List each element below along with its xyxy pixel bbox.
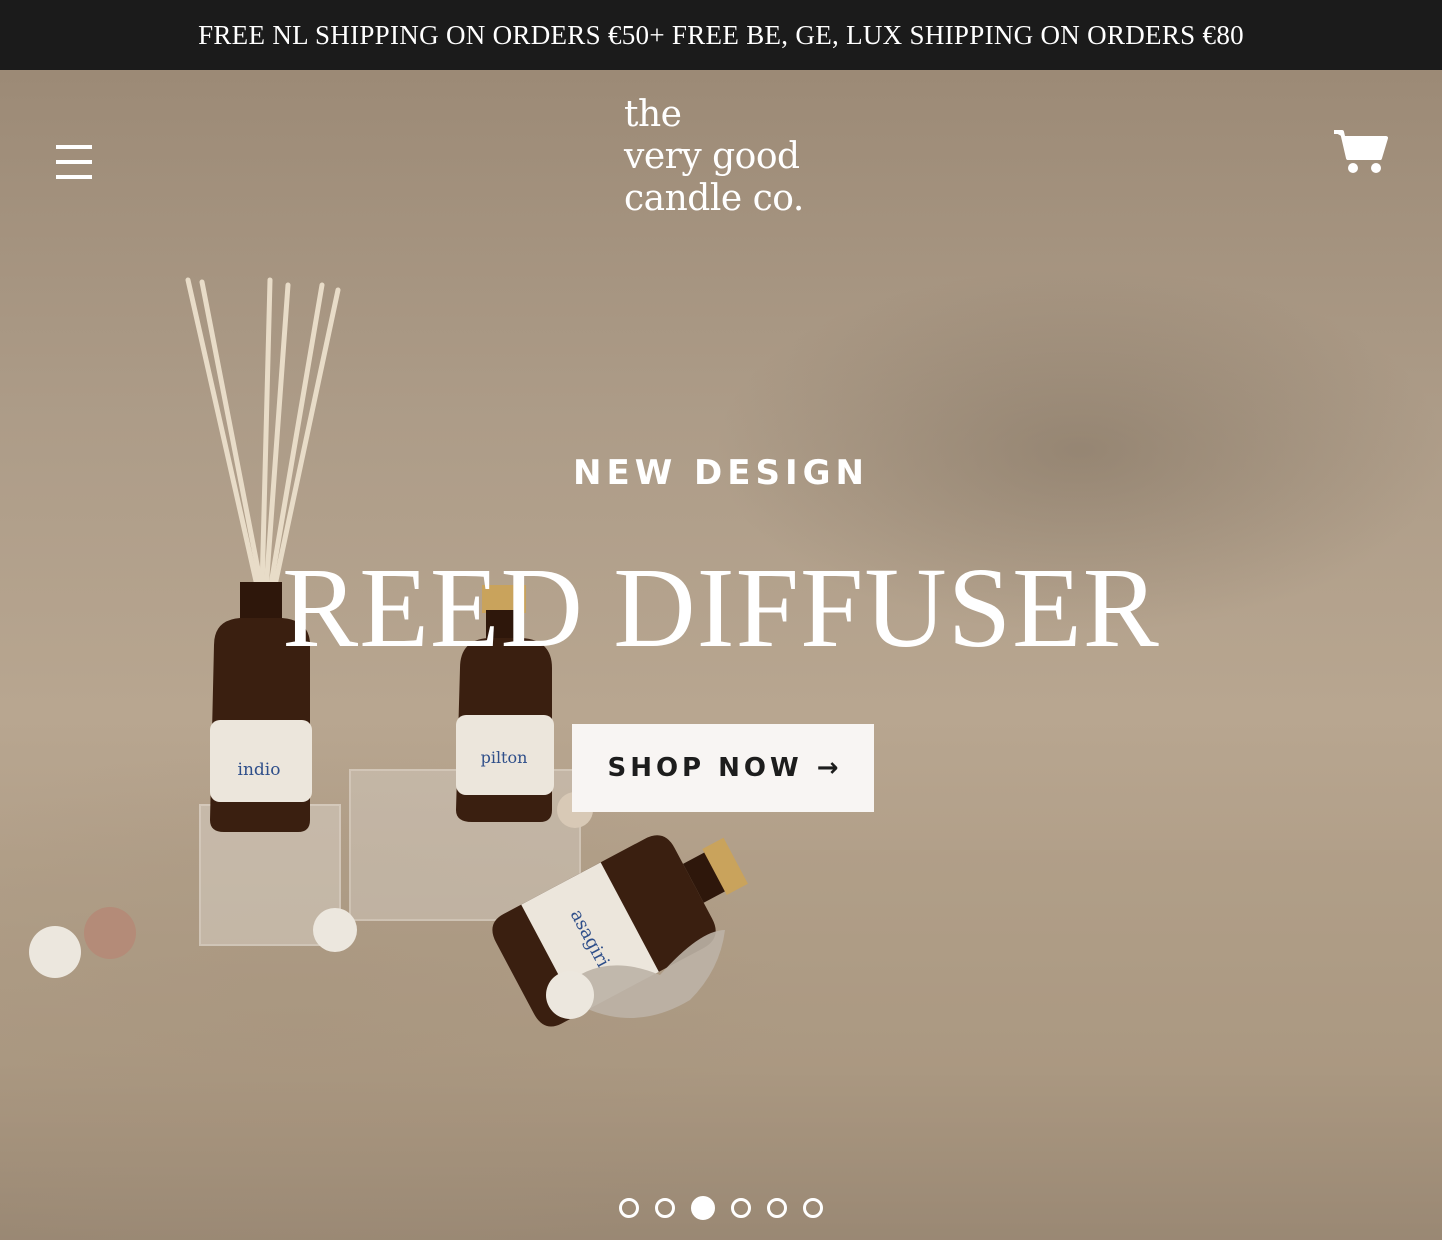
- svg-text:indio: indio: [238, 760, 281, 780]
- slide-pagination: [0, 1196, 1442, 1220]
- svg-text:pilton: pilton: [481, 748, 528, 767]
- cart-button[interactable]: [1332, 128, 1388, 176]
- hamburger-icon-bar: [56, 175, 92, 179]
- hero-eyebrow: NEW DESIGN: [573, 453, 869, 493]
- site-logo[interactable]: the very good candle co.: [624, 94, 844, 220]
- logo-line: candle co.: [624, 178, 804, 219]
- logo-line: the: [624, 94, 682, 135]
- slide-dot-6[interactable]: [803, 1198, 823, 1218]
- hamburger-icon: [56, 145, 92, 149]
- announcement-bar: FREE NL SHIPPING ON ORDERS €50+ FREE BE,…: [0, 0, 1442, 70]
- shop-now-label: SHOP NOW: [607, 753, 803, 783]
- slide-dot-1[interactable]: [619, 1198, 639, 1218]
- hamburger-icon-bar: [56, 160, 92, 164]
- announcement-text: FREE NL SHIPPING ON ORDERS €50+ FREE BE,…: [198, 19, 1244, 50]
- slide-dot-3[interactable]: [691, 1196, 715, 1220]
- slide-dot-4[interactable]: [731, 1198, 751, 1218]
- slide-dot-5[interactable]: [767, 1198, 787, 1218]
- shop-now-button[interactable]: SHOP NOW →: [572, 724, 874, 812]
- hero-slideshow: indio pilton asagiri the very good candl…: [0, 70, 1442, 1240]
- slide-dot-2[interactable]: [655, 1198, 675, 1218]
- logo-line: very good: [624, 136, 800, 177]
- arrow-right-icon: →: [816, 753, 839, 783]
- menu-button[interactable]: [56, 145, 92, 179]
- hero-headline: REED DIFFUSER: [282, 544, 1160, 671]
- cart-icon: [1334, 130, 1388, 173]
